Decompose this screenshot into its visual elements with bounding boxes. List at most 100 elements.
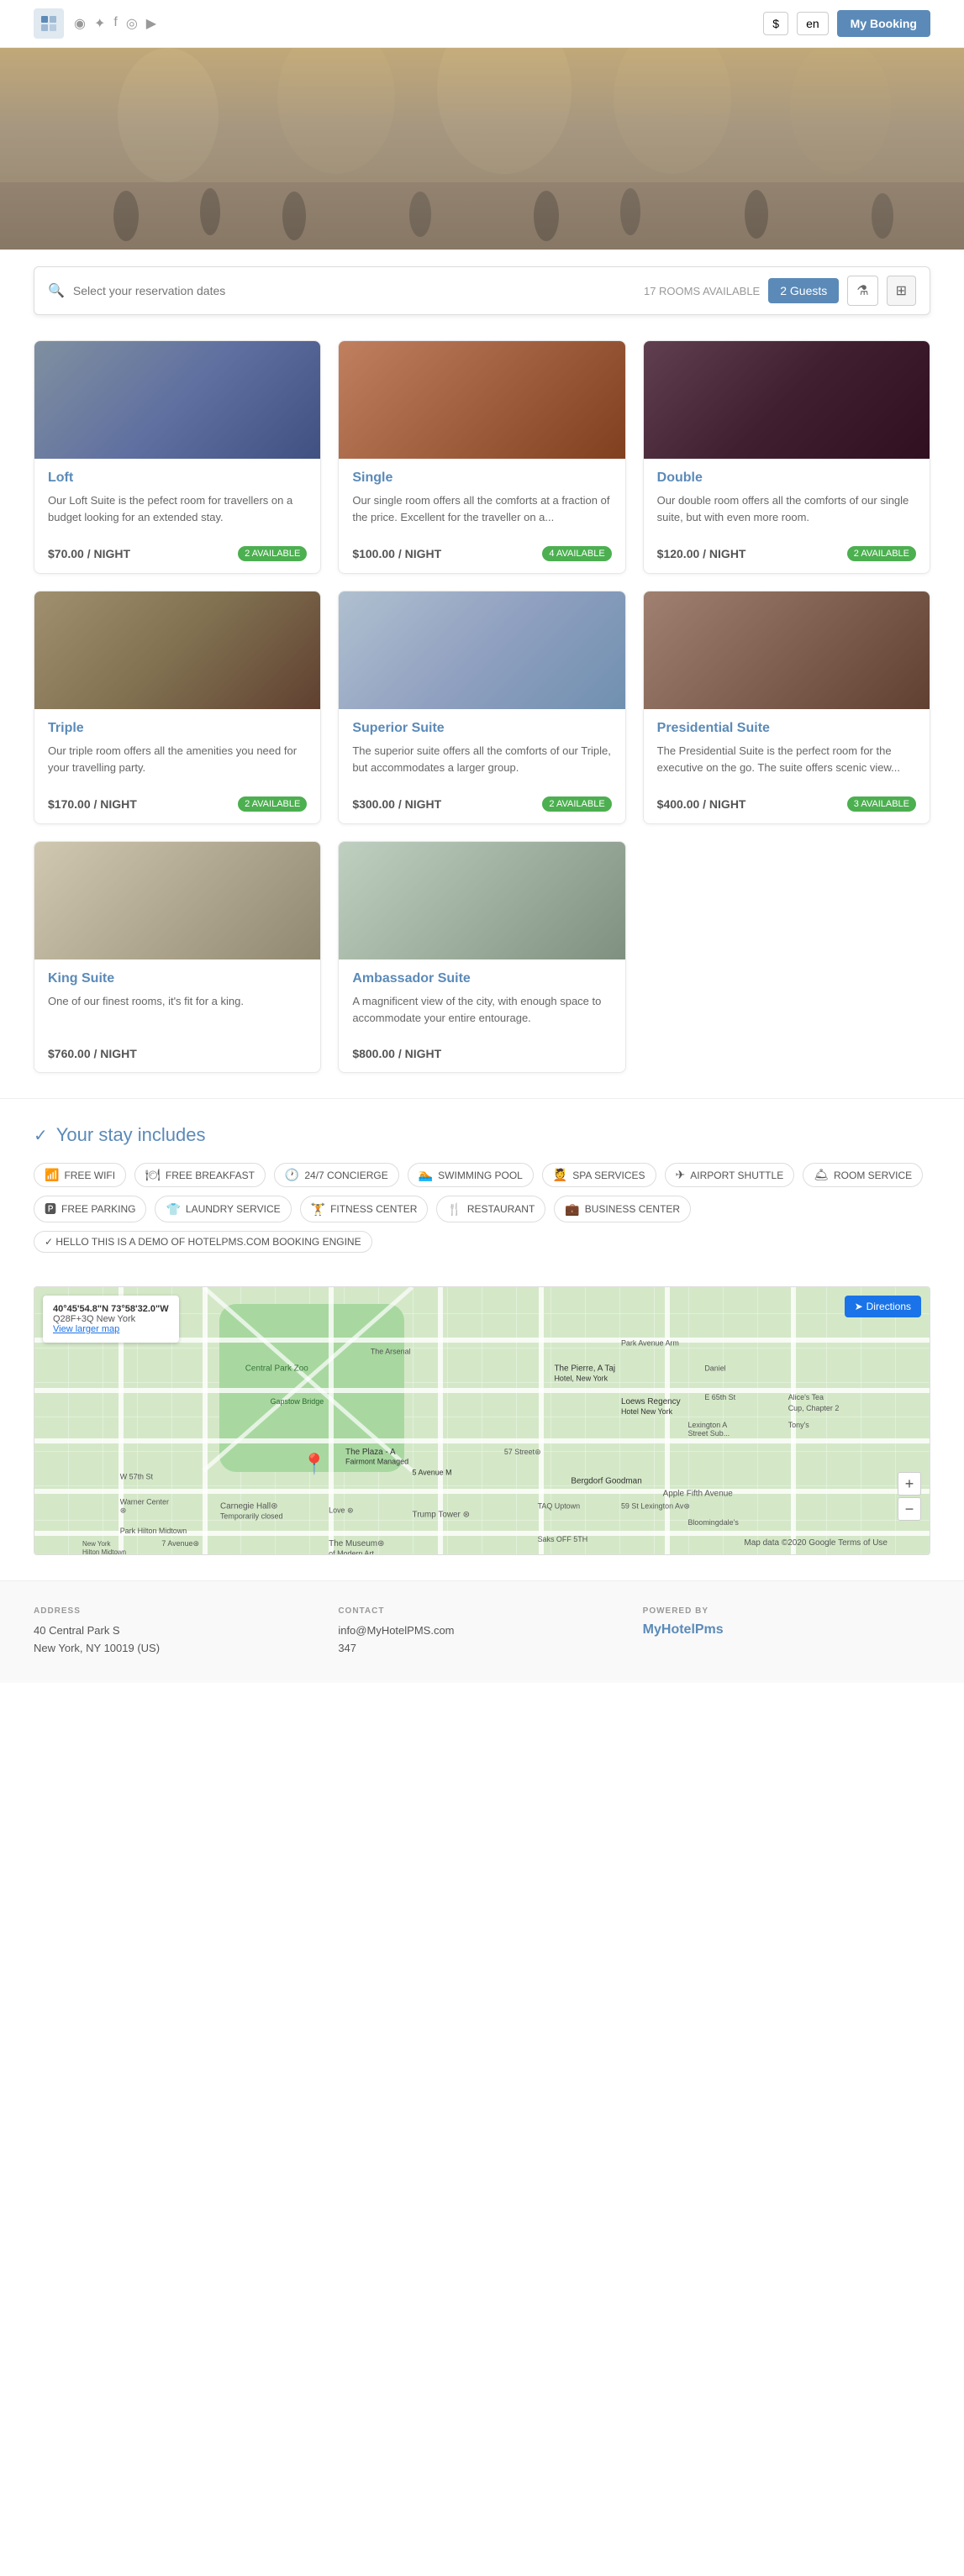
- map-google-label: Map data ©2020 Google Terms of Use: [744, 1538, 888, 1548]
- room-card[interactable]: Loft Our Loft Suite is the pefect room f…: [34, 340, 321, 574]
- amenity-label: FREE PARKING: [61, 1203, 135, 1215]
- room-price: $170.00 / NIGHT: [48, 797, 137, 811]
- available-badge: 2 AVAILABLE: [542, 796, 611, 812]
- amenity-label: ROOM SERVICE: [834, 1170, 912, 1181]
- room-name: Presidential Suite: [657, 721, 916, 736]
- map-zoom-controls: + −: [898, 1472, 921, 1521]
- map-view-larger-link[interactable]: View larger map: [53, 1324, 169, 1334]
- amenity-badge: 🕐 24/7 CONCIERGE: [274, 1163, 399, 1187]
- map-coordinates: 40°45'54.8"N 73°58'32.0"W: [53, 1304, 169, 1314]
- map-container: Central Park Zoo The Arsenal Gapstow Bri…: [34, 1286, 930, 1555]
- map-road-v3: [329, 1287, 334, 1554]
- grid-view-button[interactable]: ⊞: [887, 276, 916, 306]
- currency-button[interactable]: $: [763, 12, 788, 35]
- footer-address-line1: 40 Central Park S: [34, 1622, 321, 1640]
- directions-icon: ➤: [855, 1301, 863, 1312]
- rooms-available-label: 17 ROOMS AVAILABLE: [644, 285, 760, 297]
- available-badge: 4 AVAILABLE: [542, 546, 611, 561]
- guests-button[interactable]: 2 Guests: [768, 278, 839, 303]
- footer-brand-link[interactable]: MyHotelPms: [643, 1622, 930, 1638]
- map-road-v2: [203, 1287, 208, 1554]
- room-card[interactable]: Ambassador Suite A magnificent view of t…: [338, 841, 625, 1073]
- room-card[interactable]: King Suite One of our finest rooms, it's…: [34, 841, 321, 1073]
- header-left: ◉ ✦ f ◎ ▶: [34, 8, 156, 39]
- map-plus-code: Q28F+3Q New York: [53, 1314, 169, 1324]
- room-image: [339, 842, 624, 959]
- map-road-v6: [665, 1287, 670, 1554]
- room-description: Our double room offers all the comforts …: [657, 492, 916, 536]
- demo-badge: ✓ HELLO THIS IS A DEMO OF HOTELPMS.COM B…: [34, 1231, 372, 1253]
- room-name: Double: [657, 471, 916, 486]
- logo-icon: [34, 8, 64, 39]
- room-card[interactable]: Superior Suite The superior suite offers…: [338, 591, 625, 824]
- zoom-out-button[interactable]: −: [898, 1497, 921, 1521]
- map-section: Central Park Zoo The Arsenal Gapstow Bri…: [0, 1278, 964, 1580]
- filter-button[interactable]: ⚗: [847, 276, 877, 306]
- map-overlay: 40°45'54.8"N 73°58'32.0"W Q28F+3Q New Yo…: [43, 1296, 179, 1343]
- amenity-label: AIRPORT SHUTTLE: [690, 1170, 783, 1181]
- amenity-badge: 💆 SPA SERVICES: [542, 1163, 656, 1187]
- includes-section: ✓ Your stay includes 📶 FREE WIFI 🍽 FREE …: [0, 1098, 964, 1278]
- amenity-icon: 💼: [565, 1202, 579, 1217]
- amenity-icon: 🕐: [285, 1168, 299, 1182]
- amenities-list: 📶 FREE WIFI 🍽 FREE BREAKFAST 🕐 24/7 CONC…: [34, 1163, 930, 1253]
- social-icon-3[interactable]: f: [113, 15, 117, 32]
- room-price: $760.00 / NIGHT: [48, 1047, 137, 1060]
- room-image: [339, 341, 624, 459]
- amenity-icon: 🏊: [419, 1168, 433, 1182]
- available-badge: 2 AVAILABLE: [238, 546, 307, 561]
- footer-address-label: ADDRESS: [34, 1606, 321, 1616]
- my-booking-button[interactable]: My Booking: [837, 10, 930, 37]
- check-icon: ✓: [34, 1125, 48, 1146]
- language-button[interactable]: en: [797, 12, 829, 35]
- room-grid: Loft Our Loft Suite is the pefect room f…: [0, 332, 964, 1098]
- room-name: Ambassador Suite: [352, 971, 611, 986]
- amenity-icon: 📶: [45, 1168, 59, 1182]
- room-card[interactable]: Presidential Suite The Presidential Suit…: [643, 591, 930, 824]
- amenity-label: RESTAURANT: [467, 1203, 535, 1215]
- room-image: [34, 341, 320, 459]
- footer-contact-phone: 347: [338, 1640, 625, 1658]
- social-icon-4[interactable]: ◎: [126, 15, 138, 32]
- room-card[interactable]: Triple Our triple room offers all the am…: [34, 591, 321, 824]
- directions-button[interactable]: ➤ Directions: [845, 1296, 921, 1317]
- demo-label: ✓ HELLO THIS IS A DEMO OF HOTELPMS.COM B…: [45, 1236, 361, 1248]
- amenity-icon: 🛎: [814, 1168, 829, 1182]
- header: ◉ ✦ f ◎ ▶ $ en My Booking: [0, 0, 964, 48]
- amenity-label: BUSINESS CENTER: [585, 1203, 680, 1215]
- amenity-label: 24/7 CONCIERGE: [304, 1170, 387, 1181]
- map-road-v7: [791, 1287, 796, 1554]
- room-image: [34, 591, 320, 709]
- amenity-badge: ✈ AIRPORT SHUTTLE: [665, 1163, 795, 1187]
- social-icons: ◉ ✦ f ◎ ▶: [74, 15, 156, 32]
- room-price: $300.00 / NIGHT: [352, 797, 441, 811]
- header-right: $ en My Booking: [763, 10, 930, 37]
- amenity-icon: 🍽: [145, 1168, 161, 1182]
- amenity-badge: 👕 LAUNDRY SERVICE: [155, 1196, 291, 1222]
- room-description: Our triple room offers all the amenities…: [48, 743, 307, 786]
- footer-address-column: ADDRESS 40 Central Park S New York, NY 1…: [34, 1606, 321, 1658]
- includes-heading: Your stay includes: [56, 1124, 206, 1146]
- amenity-label: FREE BREAKFAST: [166, 1170, 255, 1181]
- available-badge: 2 AVAILABLE: [238, 796, 307, 812]
- social-icon-2[interactable]: ✦: [94, 15, 105, 32]
- room-card[interactable]: Double Our double room offers all the co…: [643, 340, 930, 574]
- amenity-icon: 🏋: [311, 1202, 325, 1217]
- amenity-badge: 🍴 RESTAURANT: [436, 1196, 545, 1222]
- footer-powered-label: POWERED BY: [643, 1606, 930, 1616]
- room-description: One of our finest rooms, it's fit for a …: [48, 993, 307, 1037]
- social-icon-1[interactable]: ◉: [74, 15, 86, 32]
- zoom-in-button[interactable]: +: [898, 1472, 921, 1496]
- room-description: The Presidential Suite is the perfect ro…: [657, 743, 916, 786]
- footer-powered-column: POWERED BY MyHotelPms: [643, 1606, 930, 1658]
- amenity-label: FITNESS CENTER: [330, 1203, 417, 1215]
- amenity-label: SPA SERVICES: [572, 1170, 645, 1181]
- amenity-badge: 💼 BUSINESS CENTER: [554, 1196, 691, 1222]
- room-name: Triple: [48, 721, 307, 736]
- social-icon-5[interactable]: ▶: [146, 15, 156, 32]
- room-card[interactable]: Single Our single room offers all the co…: [338, 340, 625, 574]
- room-name: King Suite: [48, 971, 307, 986]
- search-input[interactable]: [73, 284, 635, 297]
- footer-contact-column: CONTACT info@MyHotelPMS.com 347: [338, 1606, 625, 1658]
- room-name: Superior Suite: [352, 721, 611, 736]
